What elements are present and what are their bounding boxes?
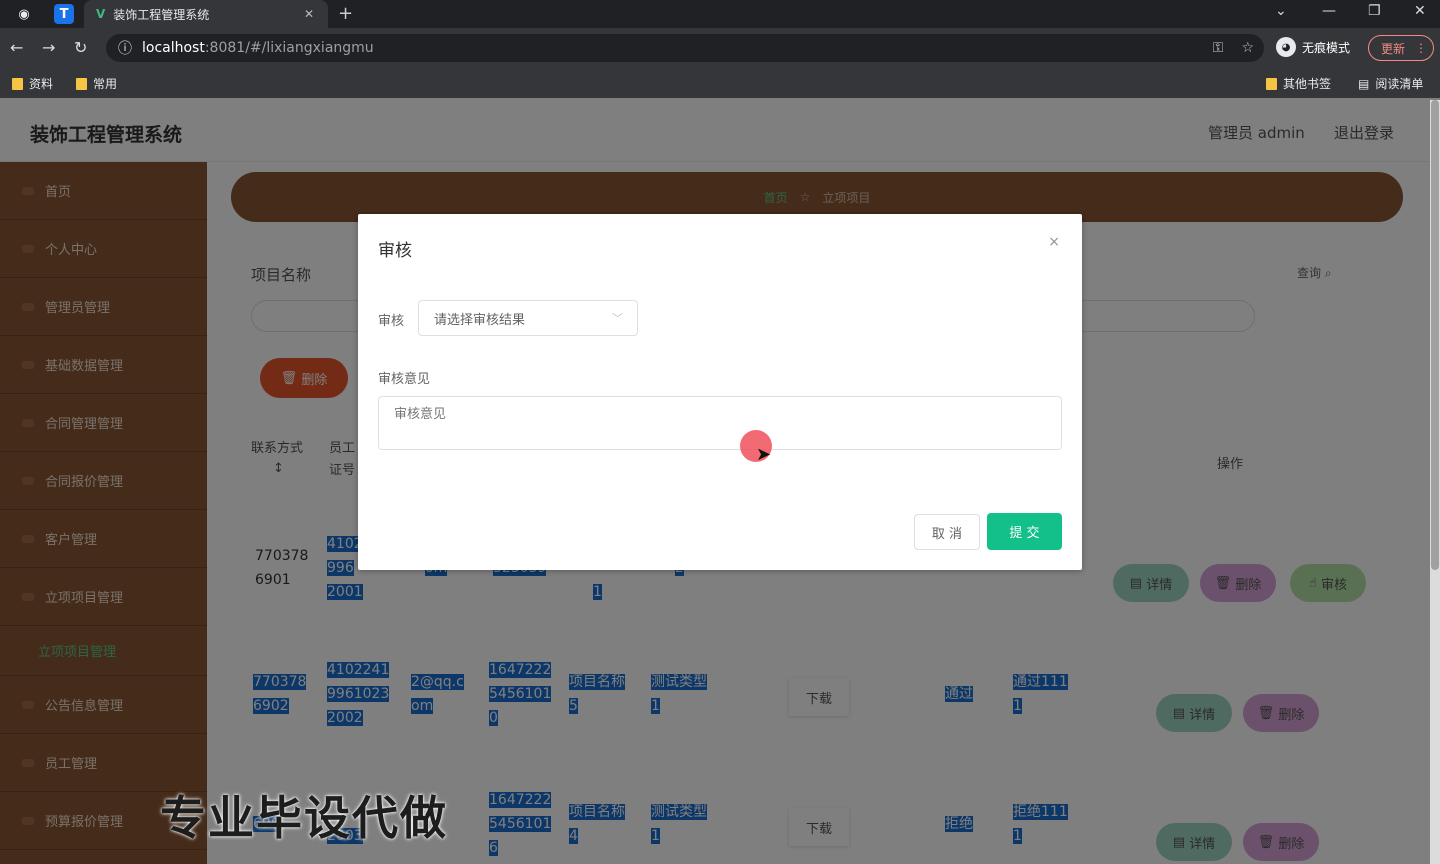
mouse-cursor-icon: ➤ bbox=[756, 444, 772, 465]
folder-icon bbox=[12, 77, 23, 90]
back-icon[interactable]: ← bbox=[10, 38, 23, 57]
globe-icon[interactable]: ◉ bbox=[14, 4, 34, 24]
close-icon[interactable]: × bbox=[1048, 234, 1060, 250]
incognito-label: 无痕模式 bbox=[1302, 40, 1351, 55]
bookmark-folder-ziliao[interactable]: 资料 bbox=[12, 75, 53, 92]
tab-close-icon[interactable]: ✕ bbox=[304, 7, 314, 21]
audit-result-select[interactable]: 请选择审核结果 ﹀ bbox=[418, 300, 638, 336]
audit-opinion-label: 审核意见 bbox=[378, 372, 431, 387]
cancel-button[interactable]: 取 消 bbox=[914, 514, 980, 550]
update-button[interactable]: 更新 ⋮ bbox=[1368, 35, 1434, 61]
tab-active[interactable]: V 装饰工程管理系统 ✕ bbox=[84, 0, 328, 28]
url-host: localhost bbox=[142, 40, 205, 56]
menu-kebab-icon: ⋮ bbox=[1415, 41, 1428, 55]
bookmarks-bar: 资料 常用 其他书签 ▤ 阅读清单 bbox=[0, 68, 1440, 98]
bookmark-folder-changyong[interactable]: 常用 bbox=[76, 75, 117, 92]
audit-dialog: 审核 × 审核 请选择审核结果 ﹀ 审核意见 取 消 提 交 bbox=[358, 214, 1082, 570]
incognito-indicator[interactable]: ◕ 无痕模式 bbox=[1276, 37, 1350, 57]
audit-select-placeholder: 请选择审核结果 bbox=[434, 312, 526, 328]
window-close-icon[interactable]: ✕ bbox=[1414, 3, 1426, 19]
bookmark-label: 资料 bbox=[29, 77, 54, 91]
key-icon[interactable]: ⚿ bbox=[1213, 40, 1224, 56]
reload-icon[interactable]: ↻ bbox=[74, 38, 87, 57]
new-tab-button[interactable]: + bbox=[338, 3, 353, 24]
bookmark-label: 常用 bbox=[93, 77, 118, 91]
info-icon[interactable]: ⓘ bbox=[118, 38, 132, 58]
url-input[interactable]: ⓘ localhost:8081/#/lixiangxiangmu ⚿ ☆ bbox=[106, 34, 1264, 62]
dialog-title: 审核 bbox=[378, 241, 412, 261]
other-bookmarks[interactable]: 其他书签 bbox=[1266, 75, 1331, 92]
folder-icon bbox=[76, 77, 87, 90]
scrollbar-thumb[interactable] bbox=[1431, 100, 1439, 570]
reading-list[interactable]: ▤ 阅读清单 bbox=[1358, 75, 1423, 92]
chevron-down-icon: ﹀ bbox=[612, 312, 623, 325]
bookmark-label: 其他书签 bbox=[1283, 77, 1332, 91]
reading-list-icon: ▤ bbox=[1358, 76, 1370, 91]
address-bar-row: ← → ↻ ⓘ localhost:8081/#/lixiangxiangmu … bbox=[0, 28, 1440, 68]
submit-button[interactable]: 提 交 bbox=[987, 513, 1062, 550]
restore-icon[interactable]: ❐ bbox=[1368, 3, 1381, 19]
tab-title: 装饰工程管理系统 bbox=[113, 7, 210, 22]
folder-icon bbox=[1266, 77, 1277, 90]
app-tab-icon[interactable]: T bbox=[54, 4, 74, 24]
bookmark-label: 阅读清单 bbox=[1375, 77, 1424, 91]
watermark: 专业毕设代做 bbox=[160, 791, 448, 845]
update-label: 更新 bbox=[1381, 41, 1406, 56]
url-path: :8081/#/lixiangxiangmu bbox=[204, 40, 374, 56]
forward-icon[interactable]: → bbox=[42, 38, 55, 57]
incognito-icon: ◕ bbox=[1276, 37, 1296, 57]
audit-opinion-textarea[interactable] bbox=[378, 396, 1062, 450]
browser-tab-bar: ◉ T V 装饰工程管理系统 ✕ + ⌄ — ❐ ✕ bbox=[0, 0, 1440, 28]
vue-icon: V bbox=[96, 7, 106, 21]
minimize-icon[interactable]: — bbox=[1322, 3, 1336, 19]
tab-search-icon[interactable]: ⌄ bbox=[1275, 3, 1287, 19]
audit-result-label: 审核 bbox=[378, 314, 405, 329]
star-icon[interactable]: ☆ bbox=[1241, 40, 1254, 56]
